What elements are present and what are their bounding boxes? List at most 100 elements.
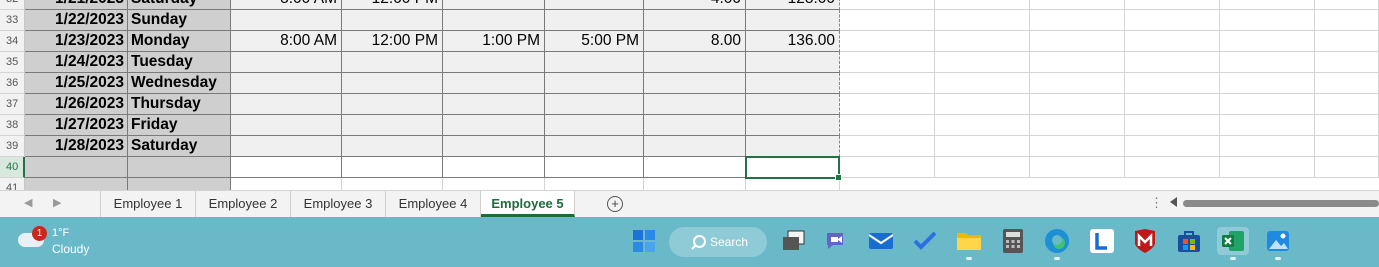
empty-cell[interactable] bbox=[1030, 136, 1125, 157]
empty-cell[interactable] bbox=[840, 136, 935, 157]
calculator-icon[interactable] bbox=[999, 227, 1027, 255]
lunch-out-cell[interactable] bbox=[342, 10, 443, 31]
time-out-cell[interactable] bbox=[545, 94, 644, 115]
day-cell[interactable]: Tuesday bbox=[128, 52, 231, 73]
sheet-tab-employee-1[interactable]: Employee 1 bbox=[101, 191, 196, 217]
taskbar-search[interactable]: Search bbox=[669, 227, 767, 257]
hours-cell[interactable]: 4.00 bbox=[644, 0, 746, 10]
pay-cell[interactable] bbox=[746, 52, 840, 73]
day-cell[interactable]: Wednesday bbox=[128, 73, 231, 94]
date-cell[interactable]: 1/24/2023 bbox=[25, 52, 128, 73]
date-cell[interactable]: 1/21/2023 bbox=[25, 0, 128, 10]
row-header[interactable]: 41 bbox=[0, 178, 25, 190]
empty-cell[interactable] bbox=[231, 178, 342, 190]
empty-cell[interactable] bbox=[1220, 94, 1315, 115]
empty-cell[interactable] bbox=[935, 94, 1030, 115]
empty-cell[interactable] bbox=[1220, 0, 1315, 10]
date-cell[interactable] bbox=[25, 178, 128, 190]
hours-cell[interactable] bbox=[644, 115, 746, 136]
row-header[interactable]: 39 bbox=[0, 136, 25, 157]
empty-cell[interactable] bbox=[1125, 73, 1220, 94]
empty-cell[interactable] bbox=[1315, 52, 1379, 73]
lunch-out-cell[interactable] bbox=[342, 94, 443, 115]
pay-cell[interactable] bbox=[746, 73, 840, 94]
empty-cell[interactable] bbox=[1315, 73, 1379, 94]
pay-cell[interactable] bbox=[746, 94, 840, 115]
hours-cell[interactable]: 8.00 bbox=[644, 31, 746, 52]
empty-cell[interactable] bbox=[342, 157, 443, 178]
empty-cell[interactable] bbox=[1125, 94, 1220, 115]
empty-cell[interactable] bbox=[1030, 157, 1125, 178]
day-cell[interactable]: Saturday bbox=[128, 0, 231, 10]
task-view-icon[interactable] bbox=[780, 227, 808, 255]
empty-cell[interactable] bbox=[1220, 52, 1315, 73]
date-cell[interactable]: 1/22/2023 bbox=[25, 10, 128, 31]
empty-cell[interactable] bbox=[840, 73, 935, 94]
empty-cell[interactable] bbox=[840, 115, 935, 136]
lunch-in-cell[interactable] bbox=[443, 136, 545, 157]
empty-cell[interactable] bbox=[1030, 115, 1125, 136]
lunch-in-cell[interactable] bbox=[443, 115, 545, 136]
day-cell[interactable] bbox=[128, 178, 231, 190]
lunch-in-cell[interactable] bbox=[443, 52, 545, 73]
date-cell[interactable]: 1/26/2023 bbox=[25, 94, 128, 115]
teams-chat-icon[interactable] bbox=[823, 227, 851, 255]
pay-cell[interactable] bbox=[746, 115, 840, 136]
empty-cell[interactable] bbox=[1220, 31, 1315, 52]
excel-icon[interactable] bbox=[1217, 227, 1249, 260]
store-icon[interactable] bbox=[1175, 227, 1203, 255]
lunch-out-cell[interactable] bbox=[342, 115, 443, 136]
time-out-cell[interactable] bbox=[545, 73, 644, 94]
empty-cell[interactable] bbox=[840, 94, 935, 115]
empty-cell[interactable] bbox=[1125, 157, 1220, 178]
hours-cell[interactable] bbox=[644, 52, 746, 73]
empty-cell[interactable] bbox=[1125, 10, 1220, 31]
empty-cell[interactable] bbox=[1125, 0, 1220, 10]
hours-cell[interactable] bbox=[644, 94, 746, 115]
sheet-tab-employee-4[interactable]: Employee 4 bbox=[386, 191, 481, 217]
hours-cell[interactable] bbox=[644, 10, 746, 31]
time-out-cell[interactable] bbox=[545, 115, 644, 136]
time-out-cell[interactable]: 5:00 PM bbox=[545, 31, 644, 52]
mail-icon[interactable] bbox=[867, 227, 895, 255]
empty-cell[interactable] bbox=[1315, 115, 1379, 136]
empty-cell[interactable] bbox=[1220, 73, 1315, 94]
empty-cell[interactable] bbox=[935, 31, 1030, 52]
empty-cell[interactable] bbox=[443, 157, 545, 178]
date-cell[interactable]: 1/27/2023 bbox=[25, 115, 128, 136]
horizontal-scrollbar-thumb[interactable] bbox=[1183, 200, 1379, 207]
add-sheet-icon[interactable]: + bbox=[607, 196, 623, 212]
row-header[interactable]: 35 bbox=[0, 52, 25, 73]
empty-cell[interactable] bbox=[840, 31, 935, 52]
empty-cell[interactable] bbox=[443, 178, 545, 190]
pay-cell[interactable]: 136.00 bbox=[746, 31, 840, 52]
time-in-cell[interactable]: 8:00 AM bbox=[231, 0, 342, 10]
row-header[interactable]: 36 bbox=[0, 73, 25, 94]
empty-cell[interactable] bbox=[342, 178, 443, 190]
todo-icon[interactable] bbox=[911, 227, 939, 255]
sheet-tab-employee-3[interactable]: Employee 3 bbox=[291, 191, 386, 217]
time-in-cell[interactable] bbox=[231, 10, 342, 31]
empty-cell[interactable] bbox=[1030, 73, 1125, 94]
day-cell[interactable]: Friday bbox=[128, 115, 231, 136]
empty-cell[interactable] bbox=[1030, 31, 1125, 52]
lunch-out-cell[interactable]: 12:00 PM bbox=[342, 31, 443, 52]
empty-cell[interactable] bbox=[1030, 94, 1125, 115]
empty-cell[interactable] bbox=[1125, 31, 1220, 52]
row-header[interactable]: 37 bbox=[0, 94, 25, 115]
spreadsheet-grid[interactable]: 32 1/21/2023 Saturday 8:00 AM 12:00 PM 4… bbox=[0, 0, 1379, 190]
row-header[interactable]: 34 bbox=[0, 31, 25, 52]
time-in-cell[interactable] bbox=[231, 136, 342, 157]
empty-cell[interactable] bbox=[1220, 115, 1315, 136]
row-header[interactable]: 32 bbox=[0, 0, 25, 10]
edge-icon[interactable] bbox=[1043, 227, 1071, 260]
lunch-out-cell[interactable] bbox=[342, 136, 443, 157]
file-explorer-icon[interactable] bbox=[955, 227, 983, 260]
time-in-cell[interactable] bbox=[231, 115, 342, 136]
lunch-in-cell[interactable]: 1:00 PM bbox=[443, 31, 545, 52]
empty-cell[interactable] bbox=[1315, 0, 1379, 10]
pay-cell[interactable] bbox=[746, 136, 840, 157]
empty-cell[interactable] bbox=[935, 73, 1030, 94]
empty-cell[interactable] bbox=[231, 157, 342, 178]
empty-cell[interactable] bbox=[840, 52, 935, 73]
